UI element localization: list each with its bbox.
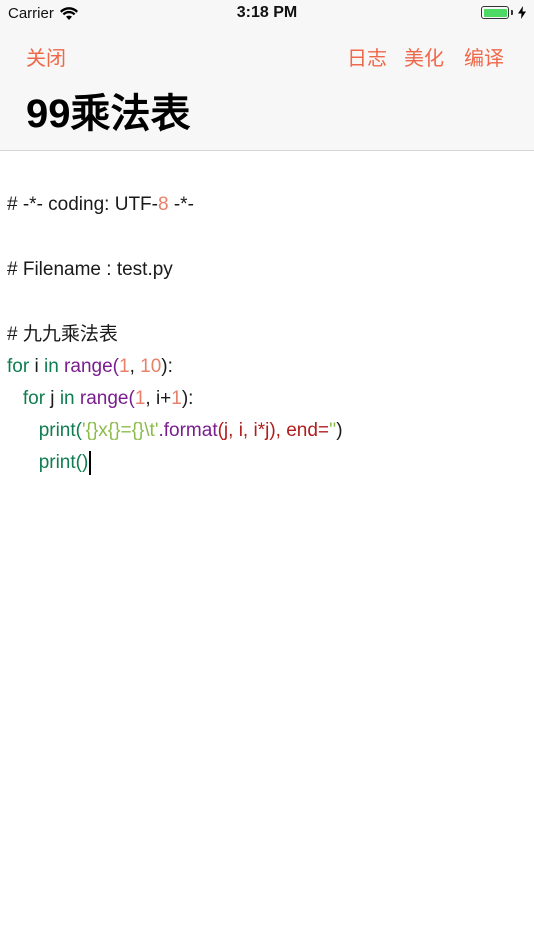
- keyword-token: in: [59, 388, 75, 409]
- battery-icon: [481, 6, 509, 19]
- status-time: 3:18 PM: [236, 4, 298, 21]
- code-line-3[interactable]: # 九九乘法表: [7, 321, 118, 349]
- beautify-button[interactable]: 美化: [404, 42, 444, 71]
- number-token: 1: [171, 388, 182, 409]
- code-line-1[interactable]: # -*- coding: UTF-8 -*-: [7, 191, 194, 219]
- number-token: 1: [134, 388, 146, 409]
- keyword-token: for: [22, 388, 46, 409]
- code-line-4[interactable]: for i in range(1, 10):: [7, 353, 173, 381]
- compile-button[interactable]: 编译: [464, 42, 504, 71]
- identifier-token: j: [45, 388, 60, 409]
- builtin-token: range: [64, 356, 113, 377]
- identifier-token: i: [29, 356, 44, 377]
- punctuation-token: (): [75, 452, 89, 473]
- keyword-token: in: [43, 356, 59, 377]
- string-token: '{}x{}={}\t': [81, 420, 159, 441]
- code-line-2[interactable]: # Filename : test.py: [7, 256, 173, 284]
- close-button[interactable]: 关闭: [26, 42, 66, 71]
- battery-tip: [511, 10, 513, 15]
- code-line-6[interactable]: print('{}x{}={}\t'.format(j, i, i*j), en…: [7, 417, 343, 445]
- punctuation-token: ): [336, 420, 343, 441]
- keyword-token: for: [7, 356, 30, 377]
- indent-token: [7, 452, 39, 473]
- indent-token: [7, 420, 39, 441]
- code-line-7[interactable]: print(): [7, 449, 92, 477]
- comment-text: # -*- coding: UTF-: [7, 194, 158, 215]
- charging-bolt-icon: [518, 6, 526, 19]
- punctuation-token: ):: [181, 388, 194, 409]
- arguments-token: (j, i, i*j), end=: [217, 420, 330, 441]
- builtin-token: range: [79, 388, 129, 409]
- code-editor[interactable]: # -*- coding: UTF-8 -*- # Filename : tes…: [0, 151, 534, 950]
- comment-text: -*-: [168, 194, 194, 215]
- number-token: 8: [157, 194, 169, 215]
- battery-indicator: [481, 6, 526, 19]
- expression-token: , i+: [145, 388, 172, 409]
- code-line-5[interactable]: for j in range(1, i+1):: [7, 385, 194, 413]
- punctuation-token: ,: [129, 356, 141, 377]
- battery-fill: [483, 8, 507, 17]
- log-button[interactable]: 日志: [347, 42, 387, 71]
- navigation-header: Carrier 3:18 PM 关闭 日志 美化 编译 99乘法表: [0, 0, 534, 151]
- punctuation-token: ):: [161, 356, 173, 377]
- number-token: 10: [140, 356, 162, 377]
- builtin-token: print: [38, 452, 76, 473]
- status-bar: Carrier 3:18 PM: [0, 0, 534, 28]
- text-cursor: [89, 450, 92, 475]
- method-token: format: [163, 420, 218, 441]
- indent-token: [7, 388, 23, 409]
- comment-text: # 九九乘法表: [7, 324, 118, 345]
- builtin-token: print: [38, 420, 76, 441]
- page-title: 99乘法表: [26, 92, 191, 136]
- comment-text: # Filename : test.py: [7, 259, 173, 280]
- number-token: 1: [118, 356, 130, 377]
